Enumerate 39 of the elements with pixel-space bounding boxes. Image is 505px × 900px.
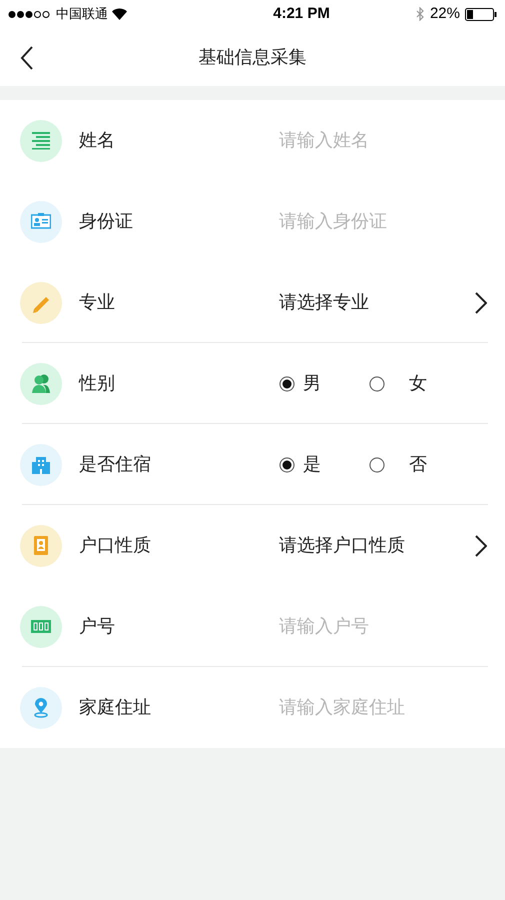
id-card-badge-icon — [20, 200, 62, 242]
field-label: 专业 — [79, 291, 116, 314]
select-value: 请选择专业 — [279, 291, 369, 314]
people-badge-icon — [20, 362, 62, 404]
radio-option[interactable]: 女 — [369, 370, 459, 397]
field-label: 身份证 — [79, 210, 134, 233]
building-badge-icon — [20, 444, 62, 486]
field-label: 是否住宿 — [79, 453, 152, 476]
page-title: 基础信息采集 — [198, 46, 306, 68]
field-label: 家庭住址 — [79, 696, 152, 719]
field-label: 户号 — [79, 615, 116, 638]
radio-option[interactable]: 否 — [369, 451, 459, 478]
signal-icon — [8, 10, 52, 18]
bluetooth-icon — [416, 7, 425, 21]
chevron-icon — [475, 534, 487, 556]
pencil-badge-icon — [20, 282, 62, 324]
field-label: 姓名 — [79, 129, 116, 152]
back-icon — [20, 46, 34, 70]
carrier-name: 中国联通 — [56, 5, 108, 24]
select-field[interactable]: 请选择户口性质 — [279, 532, 487, 559]
input-field[interactable]: 请输入户号 — [279, 613, 479, 640]
battery-percent: 22% — [430, 4, 460, 24]
input-field[interactable]: 请输入家庭住址 — [279, 694, 479, 721]
chevron-icon — [475, 292, 487, 314]
radio-option[interactable]: 男 — [279, 370, 369, 397]
input-field[interactable]: 请输入姓名 — [279, 127, 479, 154]
field-label: 户口性质 — [79, 534, 152, 557]
select-value: 请选择户口性质 — [279, 534, 405, 557]
input-field[interactable]: 请输入身份证 — [279, 208, 479, 235]
list-badge-icon — [20, 120, 62, 162]
wifi-icon — [112, 8, 127, 20]
battery-icon — [464, 8, 497, 20]
number-plate-badge-icon — [20, 606, 62, 648]
location-pin-badge-icon — [20, 686, 62, 728]
status-time: 4:21 PM — [273, 4, 330, 24]
field-label: 性别 — [79, 372, 116, 395]
select-field[interactable]: 请选择专业 — [279, 289, 487, 316]
contact-card-badge-icon — [20, 524, 62, 566]
radio-option[interactable]: 是 — [279, 451, 369, 478]
